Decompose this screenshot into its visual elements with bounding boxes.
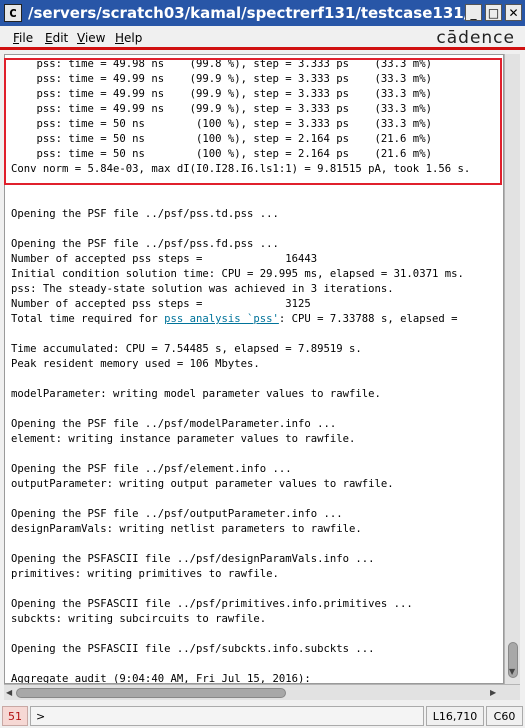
command-input[interactable]: > [30,706,424,726]
log-line: pss: time = 49.98 ns (99.8 %), step = 3.… [11,58,432,70]
log-line: Opening the PSFASCII file ../psf/designP… [11,553,375,565]
scroll-left-arrow-icon[interactable]: ◀ [6,685,12,701]
log-line: pss: time = 50 ns (100 %), step = 3.333 … [11,118,432,130]
log-line: Opening the PSF file ../psf/modelParamet… [11,418,337,430]
close-button[interactable]: ✕ [505,4,522,21]
status-line-count: 51 [2,706,28,726]
menu-file[interactable]: File [13,31,33,45]
log-line: Opening the PSFASCII file ../psf/subckts… [11,643,375,655]
log-line: pss: time = 49.99 ns (99.9 %), step = 3.… [11,103,432,115]
log-line: Opening the PSFASCII file ../psf/primiti… [11,598,413,610]
log-line: designParamVals: writing netlist paramet… [11,523,362,535]
scroll-right-arrow-icon[interactable]: ▶ [490,685,496,701]
log-line: subckts: writing subcircuits to rawfile. [11,613,267,625]
app-icon[interactable]: c [4,4,22,22]
log-line: primitives: writing primitives to rawfil… [11,568,279,580]
menu-bar: File Edit View Help cādence [0,26,525,50]
vertical-scrollbar[interactable]: ▼ [504,54,520,684]
log-line: Opening the PSF file ../psf/pss.fd.pss .… [11,238,279,250]
maximize-button[interactable]: □ [485,4,502,21]
menu-view[interactable]: View [77,31,105,45]
log-line: pss: The steady-state solution was achie… [11,283,394,295]
log-line: Number of accepted pss steps = 3125 [11,298,311,310]
log-line: Initial condition solution time: CPU = 2… [11,268,464,280]
cadence-logo: cādence [436,28,515,48]
title-bar[interactable]: c /servers/scratch03/kamal/spectrerf131/… [0,0,525,26]
log-output-area[interactable]: pss: time = 49.98 ns (99.8 %), step = 3.… [4,54,504,684]
log-line: pss: time = 50 ns (100 %), step = 2.164 … [11,148,432,160]
status-bar: 51 > L16,710 C60 [0,704,525,728]
log-line: modelParameter: writing model parameter … [11,388,381,400]
minimize-button[interactable]: _ [465,4,482,21]
status-position: L16,710 [426,706,484,726]
window-title: /servers/scratch03/kamal/spectrerf131/te… [28,4,468,22]
log-line: Opening the PSF file ../psf/pss.td.pss .… [11,208,279,220]
log-line: Number of accepted pss steps = 16443 [11,253,318,265]
log-text: pss: time = 49.98 ns (99.8 %), step = 3.… [5,55,503,684]
log-line: pss: time = 50 ns (100 %), step = 2.164 … [11,133,432,145]
horizontal-scroll-thumb[interactable] [16,688,286,698]
menu-edit[interactable]: Edit [45,31,68,45]
log-line: Aggregate audit (9:04:40 AM, Fri Jul 15,… [11,673,311,684]
log-line: Opening the PSF file ../psf/element.info… [11,463,292,475]
log-line: Time accumulated: CPU = 7.54485 s, elaps… [11,343,362,355]
log-line: Conv norm = 5.84e-03, max dI(I0.I28.I6.l… [11,163,471,175]
log-line: Opening the PSF file ../psf/outputParame… [11,508,343,520]
log-line: outputParameter: writing output paramete… [11,478,394,490]
pss-analysis-link[interactable]: pss analysis `pss' [164,313,279,325]
status-column: C60 [486,706,523,726]
log-line: Peak resident memory used = 106 Mbytes. [11,358,260,370]
horizontal-scrollbar[interactable]: ◀ ▶ [4,684,520,700]
log-line: element: writing instance parameter valu… [11,433,356,445]
log-line: pss: time = 49.99 ns (99.9 %), step = 3.… [11,88,432,100]
log-line: pss: time = 49.99 ns (99.9 %), step = 3.… [11,73,432,85]
log-line-with-link: Total time required for pss analysis `ps… [11,313,458,325]
scroll-down-arrow-icon[interactable]: ▼ [509,664,515,680]
menu-help[interactable]: Help [115,31,142,45]
